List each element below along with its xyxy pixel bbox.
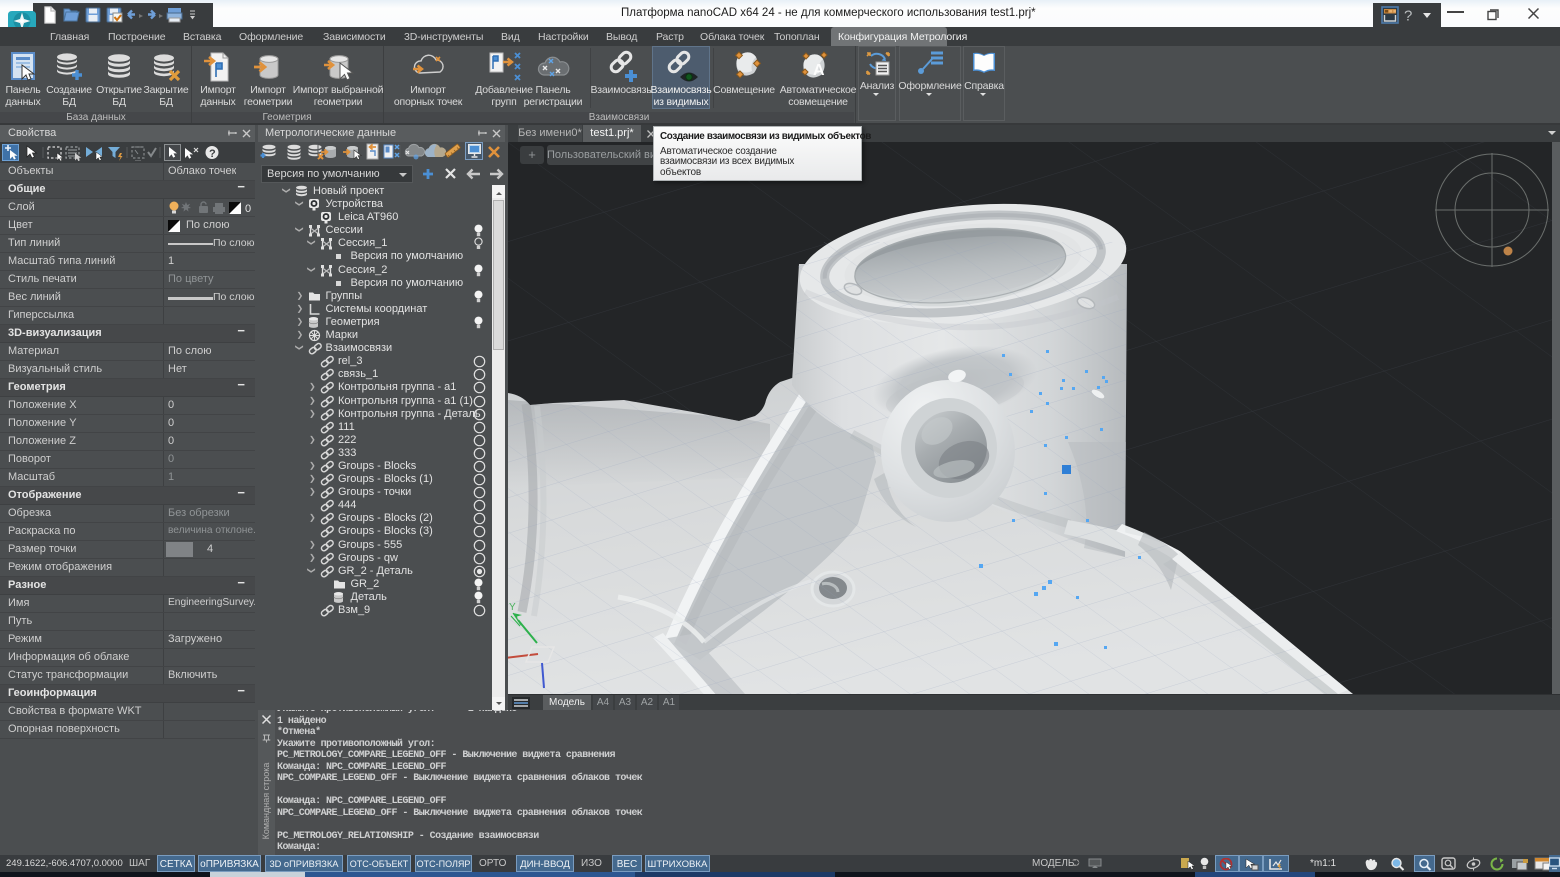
svg-text:Y: Y bbox=[509, 602, 516, 613]
svg-text:?: ? bbox=[209, 148, 216, 160]
svg-text:0: 0 bbox=[245, 203, 251, 215]
svg-text:?: ? bbox=[1404, 8, 1412, 25]
svg-text:A: A bbox=[813, 62, 825, 79]
